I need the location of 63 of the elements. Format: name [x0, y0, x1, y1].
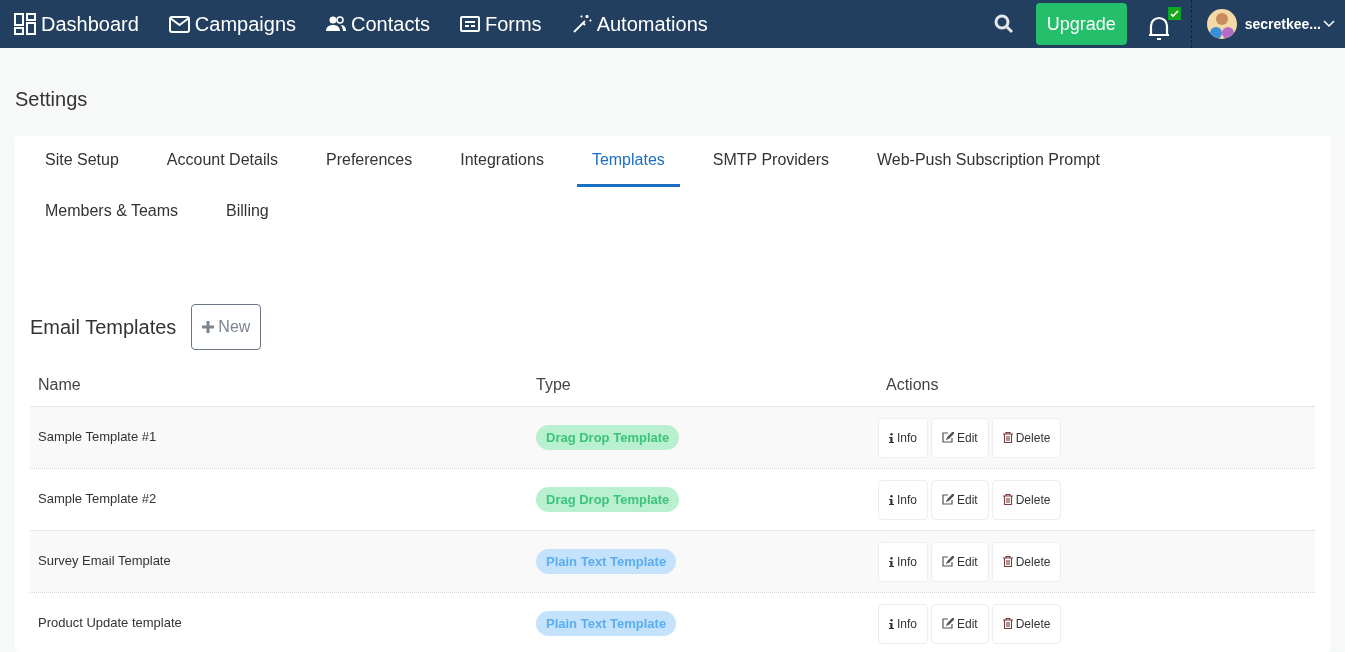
edit-button[interactable]: Edit	[931, 479, 989, 520]
info-icon	[889, 494, 894, 505]
edit-button[interactable]: Edit	[931, 603, 989, 644]
dashboard-icon	[14, 13, 36, 35]
form-icon	[459, 16, 480, 32]
edit-button[interactable]: Edit	[931, 541, 989, 582]
nav-link[interactable]: Dashboard	[14, 9, 139, 39]
section-title: Email Templates	[30, 315, 177, 340]
info-button[interactable]: Info	[878, 541, 928, 582]
settings-tab[interactable]: SMTP Providers	[697, 136, 844, 187]
user-menu[interactable]: secretkee...	[1206, 9, 1335, 39]
settings-tab[interactable]: Account Details	[151, 136, 293, 187]
column-header: Name	[37, 375, 82, 395]
delete-button[interactable]: Delete	[991, 541, 1062, 582]
notifications-button[interactable]	[1146, 7, 1181, 41]
delete-button[interactable]: Delete	[991, 603, 1062, 644]
info-button[interactable]: Info	[878, 603, 928, 644]
column-header: Actions	[885, 375, 940, 395]
info-icon	[889, 432, 894, 443]
template-name: Sample Template #2	[38, 490, 157, 506]
checkmark-badge-icon	[1167, 7, 1181, 20]
avatar-icon	[1206, 9, 1237, 39]
edit-icon	[942, 494, 954, 505]
nav-link[interactable]: Forms	[459, 9, 542, 39]
template-type-badge: Plain Text Template	[536, 548, 677, 575]
new-button[interactable]: New	[191, 304, 262, 350]
nav-link[interactable]: Campaigns	[168, 9, 296, 39]
settings-tab[interactable]: Members & Teams	[30, 187, 194, 238]
info-icon	[889, 618, 894, 629]
settings-tab[interactable]: Billing	[211, 187, 284, 238]
delete-button[interactable]: Delete	[991, 417, 1062, 458]
chevron-down-icon	[1323, 20, 1335, 28]
trash-icon	[1002, 432, 1013, 443]
trash-icon	[1002, 556, 1013, 567]
info-button[interactable]: Info	[878, 479, 928, 520]
plus-icon	[202, 321, 215, 333]
settings-tab[interactable]: Preferences	[311, 136, 428, 187]
settings-tab[interactable]: Web-Push Subscription Prompt	[862, 136, 1115, 187]
people-icon	[326, 16, 346, 32]
magic-wand-icon	[571, 14, 592, 34]
page-title: Settings	[15, 87, 89, 112]
trash-icon	[1002, 618, 1013, 629]
template-type-badge: Plain Text Template	[536, 610, 677, 637]
envelope-icon	[168, 15, 190, 33]
info-button[interactable]: Info	[878, 417, 928, 458]
nav-link[interactable]: Automations	[571, 9, 708, 39]
edit-icon	[942, 432, 954, 443]
template-type-badge: Drag Drop Template	[536, 486, 680, 513]
template-name: Product Update template	[38, 614, 182, 630]
edit-button[interactable]: Edit	[931, 417, 989, 458]
settings-tab[interactable]: Integrations	[445, 136, 559, 187]
settings-tab[interactable]: Site Setup	[30, 136, 134, 187]
edit-icon	[942, 556, 954, 567]
column-header: Type	[535, 375, 572, 395]
nav-link[interactable]: Contacts	[326, 9, 430, 39]
info-icon	[889, 556, 894, 567]
template-name: Survey Email Template	[38, 552, 171, 568]
trash-icon	[1002, 494, 1013, 505]
template-type-badge: Drag Drop Template	[536, 424, 680, 451]
template-name: Sample Template #1	[38, 428, 157, 444]
edit-icon	[942, 618, 954, 629]
settings-tab[interactable]: Templates	[576, 136, 680, 187]
delete-button[interactable]: Delete	[991, 479, 1062, 520]
